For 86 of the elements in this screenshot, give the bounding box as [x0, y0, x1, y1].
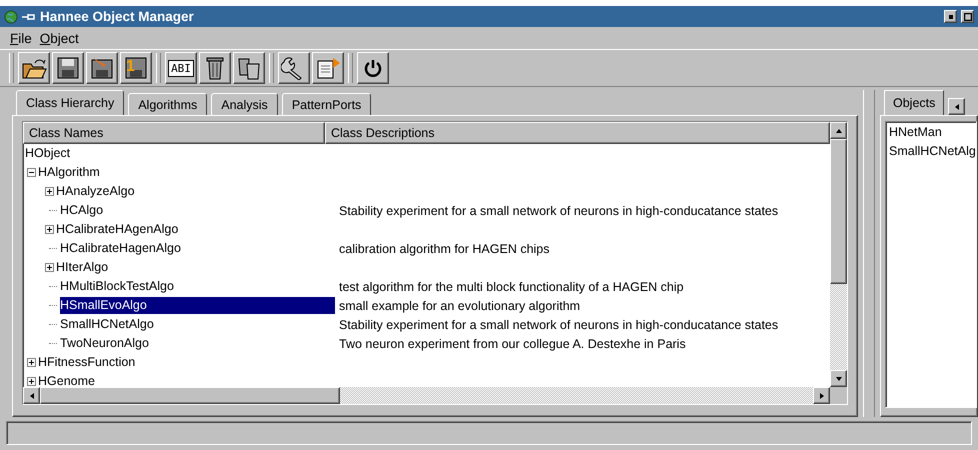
class-description: calibration algorithm for HAGEN chips [338, 242, 550, 256]
class-name: HMultiBlockTestAlgo [60, 278, 174, 295]
tab[interactable]: Objects [884, 90, 944, 115]
class-name: HAnalyzeAlgo [56, 183, 135, 200]
objects-list-entry[interactable]: SmallHCNetAlg [889, 144, 976, 163]
scrollbar-thumb[interactable] [830, 139, 847, 284]
tab[interactable]: Analysis [211, 93, 278, 115]
menu-item[interactable]: File [10, 30, 32, 46]
tab[interactable]: Class Hierarchy [16, 90, 124, 115]
class-name: HSmallEvoAlgo [60, 297, 335, 314]
class-name: HFitnessFunction [38, 354, 136, 371]
objects-list-entry[interactable]: HNetMan [889, 125, 976, 144]
expand-icon[interactable] [45, 187, 54, 196]
toolbar-button[interactable]: ABI [165, 52, 197, 84]
globe-icon [4, 10, 18, 24]
toolbar-button[interactable] [199, 52, 231, 84]
tree-row[interactable]: HIterAlgo [23, 258, 830, 277]
scroll-left-button[interactable] [23, 387, 40, 404]
column-header[interactable]: Class Names [23, 122, 325, 144]
scroll-right-button[interactable] [813, 387, 830, 404]
class-name: HCalibrateHAgenAlgo [56, 221, 178, 238]
class-description: small example for an evolutionary algorithm [338, 298, 580, 312]
expand-icon[interactable] [45, 263, 54, 272]
left-arrow-icon [952, 102, 961, 110]
tree-row[interactable]: HAnalyzeAlgo [23, 182, 830, 201]
class-description: Stability experiment for a small network of neurons in high-conducatance states [338, 318, 778, 332]
tree-row[interactable]: HSmallEvoAlgo small example for an evolutionary algorithm [23, 296, 830, 315]
maximize-button[interactable] [961, 10, 974, 23]
tab[interactable]: PatternPorts [282, 93, 372, 115]
scrollbar-thumb[interactable] [40, 387, 340, 404]
scroll-up-button[interactable] [830, 122, 847, 139]
right-arrow-icon [818, 392, 826, 400]
tree-row[interactable]: SmallHCNetAlgo Stability experiment for a small network of neurons in high-conducatance states [23, 315, 830, 334]
class-name: HGenome [38, 373, 95, 387]
trash-can-icon [205, 55, 225, 81]
left-arrow-icon [28, 392, 36, 400]
tree-row[interactable]: HFitnessFunction [23, 353, 830, 372]
tree-row[interactable]: HMultiBlockTestAlgo test algorithm for the multi block functionality of a HAGEN chip [23, 277, 830, 296]
class-name: HCAlgo [60, 202, 104, 219]
toolbar-button[interactable] [312, 52, 344, 84]
tree-row[interactable]: HCalibrateHAgenAlgo [23, 220, 830, 239]
toolbar-button[interactable] [278, 52, 310, 84]
pin-icon [22, 12, 36, 22]
class-description: test algorithm for the multi block functionality of a HAGEN chip [338, 280, 684, 294]
expand-icon[interactable] [27, 377, 36, 386]
tree-row[interactable]: HCalibrateHagenAlgo calibration algorithm for HAGEN chips [23, 239, 830, 258]
toolbar-button[interactable] [18, 52, 50, 84]
window-title: Hannee Object Manager [40, 9, 195, 24]
column-header[interactable]: Class Descriptions [325, 122, 830, 144]
toolbar-button[interactable] [52, 52, 84, 84]
down-arrow-icon [834, 374, 842, 382]
maximize-icon [964, 12, 972, 20]
toolbar-button[interactable] [233, 52, 265, 84]
toolbar-button[interactable] [86, 52, 118, 84]
scroll-down-button[interactable] [830, 370, 847, 387]
tree-row[interactable]: HObject [23, 144, 830, 163]
floppy-pencil-icon [90, 56, 114, 80]
tree-row[interactable]: HAlgorithm [23, 163, 830, 182]
expand-icon[interactable] [27, 358, 36, 367]
class-description: Stability experiment for a small network of neurons in high-conducatance states [338, 204, 778, 218]
expand-icon[interactable] [45, 225, 54, 234]
class-name: SmallHCNetAlgo [60, 316, 154, 333]
tab[interactable]: Algorithms [128, 93, 208, 115]
tab-scroll-left-button[interactable] [948, 98, 966, 115]
scrollbar-corner [830, 387, 847, 404]
class-name: HObject [25, 145, 70, 162]
horizontal-scrollbar[interactable] [23, 387, 830, 404]
menu-item[interactable]: Object [40, 30, 79, 46]
class-description: Two neuron experiment from our collegue A. Destexhe in Paris [338, 336, 686, 350]
tree-row[interactable]: HCAlgo Stability experiment for a small network of neurons in high-conducatance states [23, 201, 830, 220]
tree-row[interactable]: HGenome [23, 372, 830, 387]
splitter-handle[interactable] [863, 90, 875, 417]
minimize-button[interactable] [944, 10, 957, 23]
document-arrow-icon [315, 56, 341, 80]
tree-row[interactable]: TwoNeuronAlgo Two neuron experiment from our collegue A. Destexhe in Paris [23, 334, 830, 353]
up-arrow-icon [834, 126, 842, 134]
text-label-icon: ABI [168, 60, 194, 76]
collapse-icon[interactable] [27, 168, 36, 177]
vertical-scrollbar[interactable] [830, 122, 847, 387]
class-name: HCalibrateHagenAlgo [60, 240, 181, 257]
class-name: TwoNeuronAlgo [60, 335, 149, 352]
minimize-icon [948, 14, 952, 18]
class-name: HAlgorithm [38, 164, 100, 181]
toolbar-button[interactable] [357, 52, 389, 84]
class-name: HIterAlgo [56, 259, 108, 276]
power-icon [363, 58, 383, 78]
